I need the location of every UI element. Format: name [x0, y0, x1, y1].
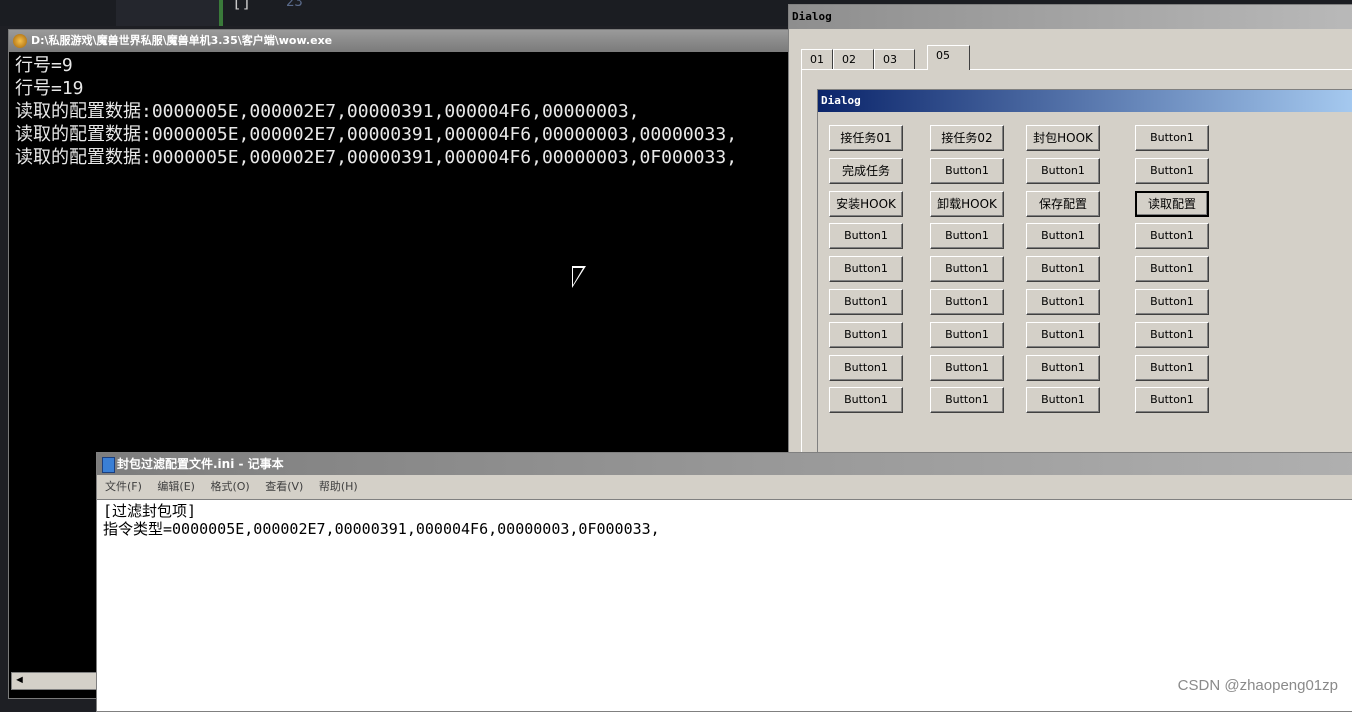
dialog-button[interactable]: Button1 — [1026, 387, 1100, 413]
dialog-button[interactable]: Button1 — [930, 289, 1004, 315]
menu-help[interactable]: 帮助(H) — [319, 480, 358, 493]
dialog-button[interactable]: Button1 — [1135, 125, 1209, 151]
console-output: 行号=9 行号=19 读取的配置数据:0000005E,000002E7,000… — [9, 52, 807, 169]
dialog-button[interactable]: 接任务02 — [930, 125, 1004, 151]
dialog-titlebar[interactable]: Dialog — [789, 5, 1352, 29]
dialog-button[interactable]: Button1 — [829, 256, 903, 282]
dialog-button[interactable]: Button1 — [1135, 256, 1209, 282]
dialog-button[interactable]: 保存配置 — [1026, 191, 1100, 217]
notepad-window: 封包过滤配置文件.ini - 记事本 文件(F) 编辑(E) 格式(O) 查看(… — [96, 452, 1352, 712]
dialog-button[interactable]: Button1 — [1026, 256, 1100, 282]
dialog-button[interactable]: Button1 — [1135, 387, 1209, 413]
dialog-button[interactable]: Button1 — [1135, 322, 1209, 348]
dialog-button[interactable]: Button1 — [1026, 289, 1100, 315]
inner-dialog-title[interactable]: Dialog — [818, 90, 1352, 112]
dialog-button[interactable]: 读取配置 — [1135, 191, 1209, 217]
menu-format[interactable]: 格式(O) — [210, 480, 249, 493]
dialog-button[interactable]: Button1 — [1135, 289, 1209, 315]
dialog-window: Dialog 01 02 03 05 Dialog 接任务01 接任务02 封包HO… — [788, 4, 1352, 510]
menu-view[interactable]: 查看(V) — [265, 480, 303, 493]
mouse-pointer-icon — [572, 266, 586, 288]
notepad-titlebar[interactable]: 封包过滤配置文件.ini - 记事本 — [97, 453, 1352, 475]
dialog-button[interactable]: 卸载HOOK — [930, 191, 1004, 217]
dialog-button[interactable]: Button1 — [930, 158, 1004, 184]
dialog-button[interactable]: Button1 — [829, 355, 903, 381]
notepad-menubar: 文件(F) 编辑(E) 格式(O) 查看(V) 帮助(H) — [97, 475, 1352, 500]
notepad-text-area[interactable]: [过滤封包项] 指令类型=0000005E,000002E7,00000391,0… — [97, 500, 1352, 540]
editor-gutter: 23 — [116, 0, 303, 26]
console-line: 行号=19 — [15, 78, 84, 99]
dialog-button[interactable]: Button1 — [1135, 355, 1209, 381]
text-line: 指令类型=0000005E,000002E7,00000391,000004F6… — [103, 520, 660, 538]
scroll-left-icon[interactable]: ◄ — [14, 674, 25, 686]
menu-file[interactable]: 文件(F) — [105, 480, 142, 493]
dialog-button[interactable]: 接任务01 — [829, 125, 903, 151]
dialog-button[interactable]: 完成任务 — [829, 158, 903, 184]
tab-01[interactable]: 01 — [801, 49, 833, 69]
console-line: 读取的配置数据:0000005E,000002E7,00000391,00000… — [15, 101, 640, 122]
dialog-button[interactable]: Button1 — [829, 322, 903, 348]
dialog-button[interactable]: Button1 — [1026, 355, 1100, 381]
code-text: [] — [232, 0, 252, 11]
change-marker — [219, 0, 223, 26]
console-line: 行号=9 — [15, 55, 73, 76]
watermark: CSDN @zhaopeng01zp — [1177, 677, 1338, 694]
text-line: [过滤封包项] — [103, 502, 197, 520]
tab-03[interactable]: 03 — [874, 49, 915, 69]
horizontal-scrollbar[interactable]: ◄ — [11, 672, 103, 690]
dialog-button[interactable]: Button1 — [930, 355, 1004, 381]
dialog-button[interactable]: Button1 — [1026, 158, 1100, 184]
dialog-button[interactable]: Button1 — [930, 387, 1004, 413]
notepad-title: 封包过滤配置文件.ini - 记事本 — [117, 457, 284, 471]
tab-05[interactable]: 05 — [927, 45, 970, 70]
dialog-button[interactable]: Button1 — [930, 322, 1004, 348]
dialog-button[interactable]: Button1 — [930, 223, 1004, 249]
dialog-button[interactable]: Button1 — [1135, 223, 1209, 249]
dialog-button[interactable]: 安装HOOK — [829, 191, 903, 217]
dialog-button[interactable]: 封包HOOK — [1026, 125, 1100, 151]
wow-app-icon — [13, 34, 27, 48]
dialog-button[interactable]: Button1 — [1026, 223, 1100, 249]
line-number: 23 — [286, 0, 303, 10]
menu-edit[interactable]: 编辑(E) — [157, 480, 195, 493]
dialog-button[interactable]: Button1 — [1135, 158, 1209, 184]
tab-02[interactable]: 02 — [833, 49, 874, 69]
console-line: 读取的配置数据:0000005E,000002E7,00000391,00000… — [15, 147, 738, 168]
console-line: 读取的配置数据:0000005E,000002E7,00000391,00000… — [15, 124, 738, 145]
dialog-button[interactable]: Button1 — [829, 387, 903, 413]
dialog-button[interactable]: Button1 — [829, 289, 903, 315]
dialog-button[interactable]: Button1 — [829, 223, 903, 249]
console-title: D:\私服游戏\魔兽世界私服\魔兽单机3.35\客户端\wow.exe — [31, 34, 333, 47]
console-titlebar[interactable]: D:\私服游戏\魔兽世界私服\魔兽单机3.35\客户端\wow.exe — [9, 30, 807, 52]
notepad-icon — [102, 457, 115, 473]
dialog-button[interactable]: Button1 — [930, 256, 1004, 282]
dialog-button[interactable]: Button1 — [1026, 322, 1100, 348]
